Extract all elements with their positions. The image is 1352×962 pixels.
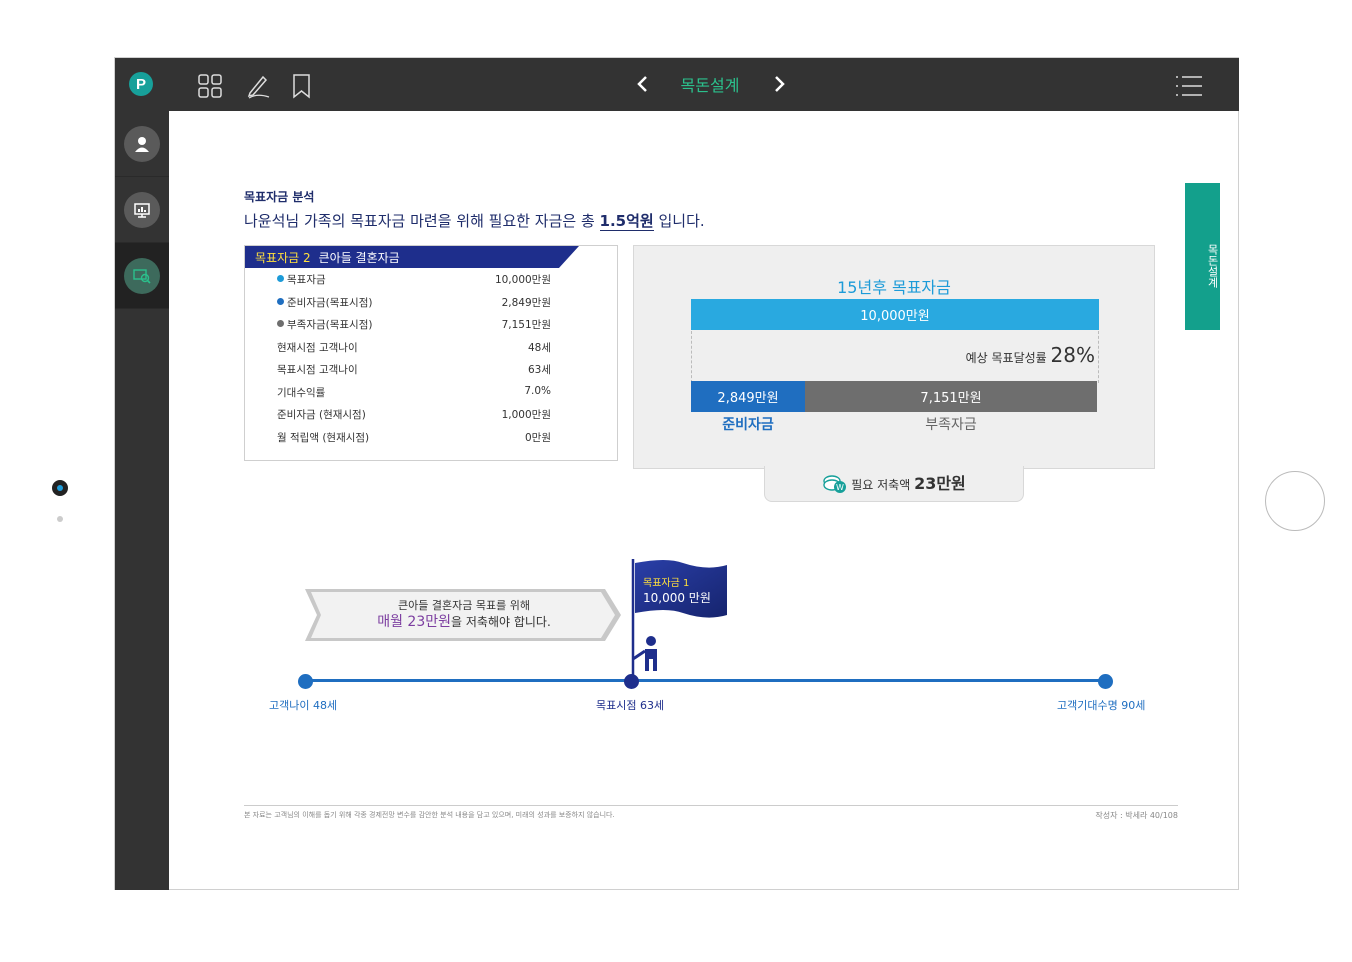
left-sidebar [115, 111, 169, 890]
info-row-label: 월 적립액 (현재시점) [277, 430, 369, 450]
goal-info-card: 목표자금 2 큰아들 결혼자금 목표자금 10,000만원준비자금(목표시점) 2,8… [244, 245, 618, 461]
goal-name: 큰아들 결혼자금 [318, 251, 400, 265]
person-icon [135, 136, 149, 152]
timeline-node-end [1098, 674, 1113, 689]
guide-line-right [1098, 331, 1099, 383]
info-row-value: 48세 [527, 341, 551, 354]
info-row: 준비자금 (현재시점) 1,000만원 [277, 407, 551, 427]
top-toolbar: P 목돈설계 [115, 58, 1239, 111]
goal-tag: 목표자금 2 [255, 251, 311, 265]
bullet-dot-icon [277, 297, 284, 305]
info-row-label: 현재시점 고객나이 [277, 340, 358, 360]
coin-icon: W [823, 475, 847, 493]
info-row-label: 기대수익률 [277, 385, 325, 405]
sidebar-item-presentation[interactable] [115, 177, 169, 243]
saving-value: 23만원 [914, 474, 966, 493]
shortage-bar: 7,151만원 [805, 381, 1097, 412]
subtitle-amount: 1.5억원 [599, 212, 654, 231]
bookmark-icon[interactable] [289, 73, 315, 99]
message-post: 을 저축해야 합니다. [451, 615, 551, 629]
info-row-label-text: 기대수익률 [277, 386, 326, 399]
info-row-label-text: 월 적립액 (현재시점) [277, 431, 370, 444]
prev-arrow-icon[interactable] [633, 74, 653, 94]
info-row-label: 부족자금(목표시점) [277, 317, 372, 337]
timeline-label-target: 목표시점 63세 [596, 699, 665, 712]
info-row-label-text: 목표자금 [287, 274, 326, 286]
info-row: 부족자금(목표시점) 7,151만원 [277, 317, 551, 337]
section-title: 목표자금 분석 [244, 190, 315, 204]
info-row-label: 준비자금 (현재시점) [277, 407, 366, 427]
bullet-dot-icon [277, 320, 284, 327]
info-row: 월 적립액 (현재시점) 0만원 [277, 430, 551, 450]
info-row: 목표자금 10,000만원 [277, 272, 551, 292]
required-saving: W 필요 저축액 23만원 [764, 470, 1024, 494]
guide-line-left [691, 331, 692, 383]
info-row-label: 목표자금 [277, 272, 326, 292]
page-title: 목돈설계 [680, 76, 740, 95]
goal-info-header: 목표자금 2 큰아들 결혼자금 [245, 246, 579, 268]
section-subtitle: 나윤석님 가족의 목표자금 마련을 위해 필요한 자금은 총 1.5억원 입니다… [244, 210, 705, 231]
saving-label: 필요 저축액 [851, 478, 911, 492]
info-row-value: 0만원 [524, 431, 551, 444]
timeline-label-end: 고객기대수명 90세 [1057, 699, 1146, 712]
info-row-label-text: 준비자금(목표시점) [287, 296, 373, 309]
grid-icon[interactable] [197, 73, 223, 99]
sidebar-item-analysis[interactable] [115, 243, 169, 309]
main-content: 목표자금 분석 나윤석님 가족의 목표자금 마련을 위해 필요한 자금은 총 1… [169, 111, 1239, 890]
app-logo-icon[interactable]: P [129, 72, 153, 96]
app-window: P 목돈설계 목표자금 분석 나윤석님 가족의 목표자금 마련을 위해 필요한 … [114, 57, 1239, 890]
svg-text:W: W [836, 483, 844, 492]
sidebar-item-profile[interactable] [115, 111, 169, 177]
rate-label: 예상 목표달성률 [965, 351, 1047, 365]
goal-panel-title: 15년후 목표자금 [837, 278, 951, 297]
timeline-node-target [624, 674, 639, 689]
floating-action-button[interactable] [1265, 471, 1325, 531]
bullet-dot-icon [277, 275, 284, 282]
info-row-value: 7.0% [524, 384, 551, 397]
menu-list-icon[interactable] [1175, 74, 1203, 98]
timeline-node-start [298, 674, 313, 689]
next-arrow-icon[interactable] [769, 74, 789, 94]
reserve-label: 준비자금 [722, 417, 774, 433]
timeline-label-start: 고객나이 48세 [269, 699, 338, 712]
info-row-value: 63세 [527, 364, 551, 376]
footer-disclaimer: 본 자료는 고객님의 이해를 돕기 위해 각종 경제전망 변수를 감안한 분석 … [244, 811, 615, 819]
timeline-line [305, 679, 1105, 682]
target-bar: 10,000만원 [691, 299, 1099, 330]
info-row-label: 준비자금(목표시점) [277, 295, 372, 315]
flag-tag: 목표자금 1 [643, 578, 690, 589]
monitor-chart-icon [134, 202, 150, 218]
flag-amount: 10,000 만원 [643, 591, 711, 605]
rate-value: 28% [1050, 343, 1095, 367]
message-highlight: 매월 23만원 [377, 614, 452, 630]
info-row: 목표시점 고객나이 63세 [277, 362, 551, 382]
achievement-rate: 예상 목표달성률 28% [929, 343, 1095, 367]
footer-divider [244, 805, 1178, 806]
reserve-bar: 2,849만원 [691, 381, 805, 412]
info-row-label-text: 목표시점 고객나이 [277, 364, 358, 376]
info-row-value: 7,151만원 [501, 319, 551, 331]
info-row: 준비자금(목표시점) 2,849만원 [277, 295, 551, 315]
side-tab-moneyplan[interactable]: 목돈설계 [1185, 183, 1220, 330]
pager-dot[interactable] [57, 516, 63, 522]
chart-search-icon [133, 268, 151, 284]
subtitle-post: 입니다. [653, 212, 705, 230]
info-row: 기대수익률 7.0% [277, 385, 551, 405]
pager-dot-active[interactable] [52, 480, 68, 496]
pen-icon[interactable] [245, 73, 271, 99]
info-row-label-text: 준비자금 (현재시점) [277, 409, 366, 421]
footer-author-page: 작성자 : 박세라 40/108 [1095, 811, 1178, 820]
info-row-value: 10,000만원 [494, 274, 551, 286]
info-row-label: 목표시점 고객나이 [277, 362, 358, 382]
info-row-label-text: 부족자금(목표시점) [287, 319, 373, 331]
info-row-value: 1,000만원 [501, 409, 551, 421]
info-row: 현재시점 고객나이 48세 [277, 340, 551, 360]
subtitle-pre: 나윤석님 가족의 목표자금 마련을 위해 필요한 자금은 총 [244, 212, 600, 230]
message-line2: 매월 23만원을 저축해야 합니다. [319, 611, 609, 631]
shortage-label: 부족자금 [925, 417, 977, 433]
info-row-label-text: 현재시점 고객나이 [277, 341, 358, 354]
info-row-value: 2,849만원 [501, 296, 551, 309]
